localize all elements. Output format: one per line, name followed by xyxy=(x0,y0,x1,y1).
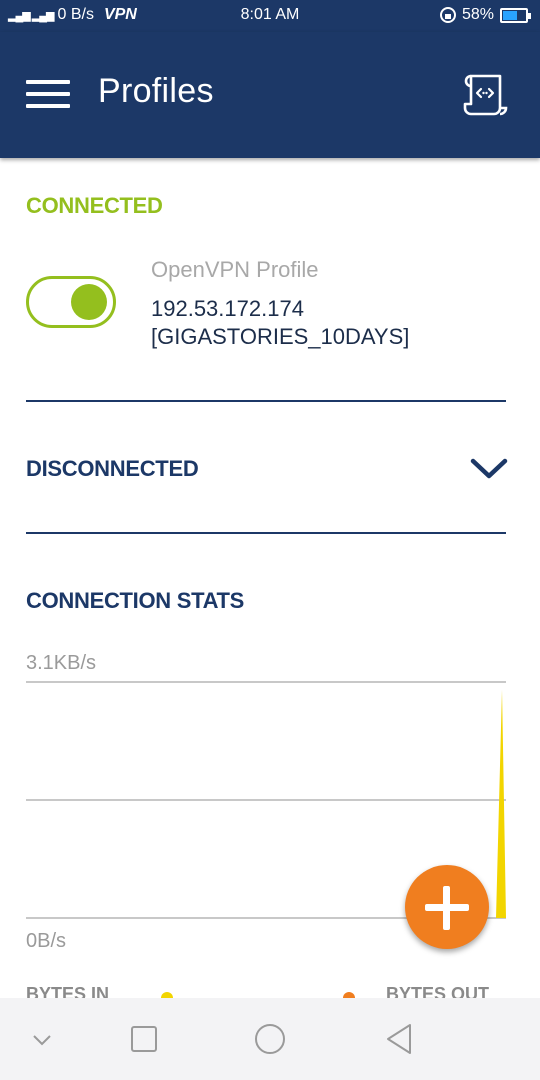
toggle-knob xyxy=(71,284,107,320)
battery-percent: 58% xyxy=(461,6,494,23)
server-ip: 192.53.172.174 xyxy=(151,296,304,321)
divider xyxy=(26,400,506,402)
app-bar: Profiles xyxy=(0,32,540,158)
status-bar: ▂▄▆ ▂▄▆ 0 B/s VPN 8:01 AM 58% xyxy=(0,0,540,32)
divider xyxy=(26,532,506,534)
page-title: Profiles xyxy=(98,72,214,110)
import-profile-icon[interactable] xyxy=(462,72,508,118)
connected-heading: CONNECTED xyxy=(26,193,163,218)
back-triangle-icon[interactable] xyxy=(380,1022,420,1056)
profile-name[interactable]: OpenVPN Profile xyxy=(151,257,319,283)
battery-icon xyxy=(500,7,531,23)
rotation-lock-icon xyxy=(439,7,456,23)
server-username: [GIGASTORIES_10DAYS] xyxy=(151,324,410,349)
add-profile-button[interactable] xyxy=(405,865,489,949)
status-right: 58% xyxy=(439,6,531,24)
recents-square-icon[interactable] xyxy=(124,1022,164,1056)
system-nav-bar xyxy=(0,998,540,1080)
profile-address[interactable]: 192.53.172.174 [GIGASTORIES_10DAYS] xyxy=(151,295,409,351)
menu-icon[interactable] xyxy=(26,78,70,110)
chevron-down-icon[interactable] xyxy=(22,1022,62,1056)
home-circle-icon[interactable] xyxy=(250,1022,290,1056)
connection-toggle[interactable] xyxy=(26,276,116,328)
y-axis-min-label: 0B/s xyxy=(26,930,67,952)
disconnected-heading[interactable]: DISCONNECTED xyxy=(26,456,199,482)
connection-stats-heading: CONNECTION STATS xyxy=(26,588,245,613)
chevron-down-icon[interactable] xyxy=(469,456,509,482)
